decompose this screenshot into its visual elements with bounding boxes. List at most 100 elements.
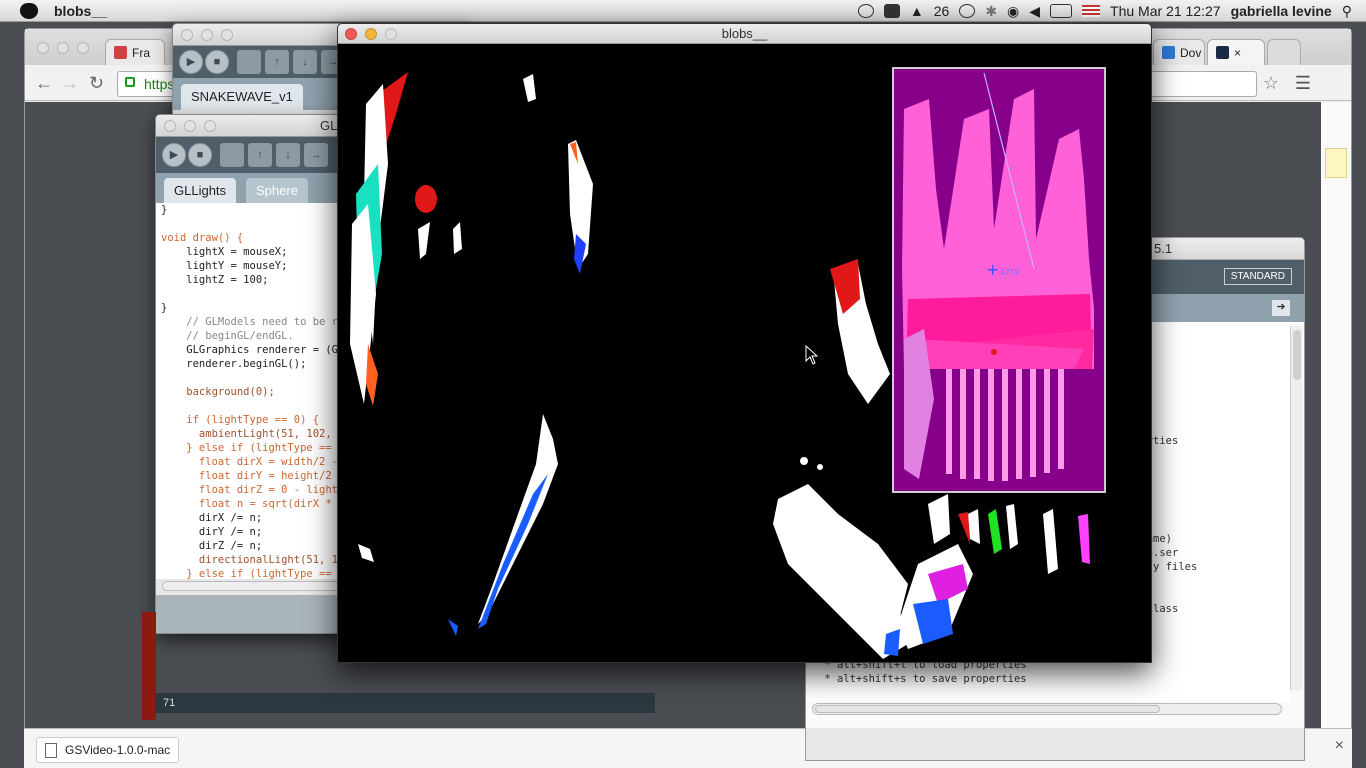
bookmark-star-icon[interactable]: ☆ bbox=[1263, 73, 1279, 94]
reload-icon[interactable]: ↻ bbox=[89, 73, 104, 94]
blob bbox=[988, 509, 1002, 554]
scrollbar-thumb[interactable] bbox=[815, 705, 1160, 713]
evernote-icon[interactable] bbox=[883, 4, 900, 18]
vertical-scrollbar[interactable] bbox=[1290, 326, 1302, 690]
volume-icon[interactable]: ◀ bbox=[1029, 3, 1040, 20]
blob bbox=[448, 619, 458, 636]
chrome-menu-icon[interactable]: ☰ bbox=[1295, 73, 1311, 94]
blob bbox=[366, 344, 378, 406]
export-button[interactable]: → bbox=[304, 143, 328, 167]
comb-tooth bbox=[1016, 369, 1022, 479]
tab-gllights[interactable]: GLLights bbox=[164, 178, 237, 203]
stop-button[interactable]: ■ bbox=[205, 50, 229, 74]
blob bbox=[523, 74, 536, 102]
adobe-count: 26 bbox=[933, 3, 950, 19]
open-button[interactable]: ↑ bbox=[248, 143, 272, 167]
new-button[interactable] bbox=[220, 143, 244, 167]
blob bbox=[968, 509, 980, 544]
tab-sphere[interactable]: Sphere bbox=[246, 178, 308, 203]
blob bbox=[415, 185, 437, 213]
scrollbar-thumb[interactable] bbox=[1293, 330, 1301, 380]
zoom-button[interactable] bbox=[221, 29, 233, 41]
adobe-icon[interactable]: ▲ bbox=[910, 3, 924, 19]
tab-snakewave[interactable]: SNAKEWAVE_v1 bbox=[181, 84, 303, 110]
clock[interactable]: Thu Mar 21 12:27 bbox=[1110, 3, 1221, 19]
blob bbox=[478, 414, 558, 624]
tab-close-icon[interactable]: × bbox=[1234, 46, 1241, 60]
hand-image-inset: + 4279 bbox=[892, 67, 1106, 493]
time-machine-icon[interactable] bbox=[959, 4, 976, 18]
close-button[interactable] bbox=[345, 28, 357, 40]
mode-selector[interactable]: STANDARD bbox=[1223, 268, 1292, 285]
blob bbox=[817, 464, 823, 470]
comb-tooth bbox=[1044, 369, 1050, 473]
comb-teeth bbox=[946, 369, 1064, 481]
stop-button[interactable]: ■ bbox=[188, 143, 212, 167]
blob-center-dot bbox=[991, 349, 997, 355]
save-button[interactable]: ↓ bbox=[293, 50, 317, 74]
minimize-button[interactable] bbox=[57, 42, 69, 54]
document-icon bbox=[45, 743, 57, 758]
lock-icon bbox=[125, 77, 135, 87]
comb-tooth bbox=[1058, 369, 1064, 469]
spotlight-icon[interactable]: ⚲ bbox=[1342, 3, 1352, 20]
zoom-button[interactable] bbox=[77, 42, 89, 54]
battery-icon[interactable] bbox=[1050, 4, 1073, 18]
tab-dov[interactable]: Dov bbox=[1153, 39, 1205, 65]
close-button[interactable] bbox=[181, 29, 193, 41]
wifi-icon[interactable]: ◉ bbox=[1007, 3, 1019, 20]
sketch-canvas[interactable]: + 4279 bbox=[338, 44, 1151, 662]
tab-favicon-icon bbox=[1216, 46, 1229, 59]
run-button[interactable]: ▶ bbox=[179, 50, 203, 74]
blob-label: 4279 bbox=[1000, 268, 1019, 277]
minimize-button[interactable] bbox=[201, 29, 213, 41]
close-button[interactable] bbox=[164, 120, 176, 132]
save-button[interactable]: ↓ bbox=[276, 143, 300, 167]
app-menu[interactable]: blobs__ bbox=[54, 3, 107, 19]
dropbox-icon[interactable] bbox=[857, 4, 874, 18]
blob bbox=[800, 457, 808, 465]
tab-fra[interactable]: Fra bbox=[105, 39, 165, 65]
minimize-button[interactable] bbox=[365, 28, 377, 40]
new-tab-button[interactable] bbox=[1267, 39, 1301, 65]
comb-tooth bbox=[960, 369, 966, 479]
tab-favicon-icon bbox=[1162, 46, 1175, 59]
comb-tooth bbox=[946, 369, 952, 474]
new-button[interactable] bbox=[237, 50, 261, 74]
blob-centroid-marker: + bbox=[986, 260, 999, 279]
comb-tooth bbox=[988, 369, 994, 481]
message-area bbox=[806, 728, 1304, 760]
status-menus: ▲ 26 ✱ ◉ ◀ Thu Mar 21 12:27 gabriella le… bbox=[857, 0, 1352, 22]
blob bbox=[418, 222, 430, 259]
minimize-button[interactable] bbox=[184, 120, 196, 132]
comb-tooth bbox=[1030, 369, 1036, 477]
close-button[interactable] bbox=[37, 42, 49, 54]
window-titlebar: blobs__ bbox=[338, 24, 1151, 44]
error-console bbox=[142, 612, 156, 720]
forward-icon[interactable]: → bbox=[61, 73, 79, 94]
download-item[interactable]: GSVideo-1.0.0-mac bbox=[36, 737, 180, 763]
open-button[interactable]: ↑ bbox=[265, 50, 289, 74]
hand-image: + 4279 bbox=[894, 69, 1104, 491]
zoom-button[interactable] bbox=[385, 28, 397, 40]
horizontal-scrollbar[interactable] bbox=[812, 703, 1282, 715]
tab-arrow-icon[interactable]: ➜ bbox=[1272, 300, 1290, 316]
flag-icon[interactable] bbox=[1082, 5, 1101, 17]
back-icon[interactable]: ← bbox=[35, 73, 53, 94]
blob bbox=[1043, 509, 1058, 574]
blob bbox=[928, 494, 950, 544]
page-edge bbox=[1321, 102, 1351, 768]
notice-box bbox=[1325, 148, 1347, 178]
comb-tooth bbox=[1002, 369, 1008, 481]
tab-active[interactable]: × bbox=[1207, 39, 1265, 65]
blobs-window: blobs__ + 4279 bbox=[337, 23, 1152, 663]
apple-icon[interactable] bbox=[20, 2, 38, 19]
close-icon[interactable]: × bbox=[1335, 737, 1344, 755]
user-menu[interactable]: gabriella levine bbox=[1231, 3, 1332, 19]
run-button[interactable]: ▶ bbox=[162, 143, 186, 167]
bluetooth-icon[interactable]: ✱ bbox=[985, 3, 997, 20]
menu-bar: blobs__ ▲ 26 ✱ ◉ ◀ Thu Mar 21 12:27 gabr… bbox=[0, 0, 1366, 22]
zoom-button[interactable] bbox=[204, 120, 216, 132]
blob bbox=[958, 512, 970, 544]
blob bbox=[478, 474, 548, 629]
